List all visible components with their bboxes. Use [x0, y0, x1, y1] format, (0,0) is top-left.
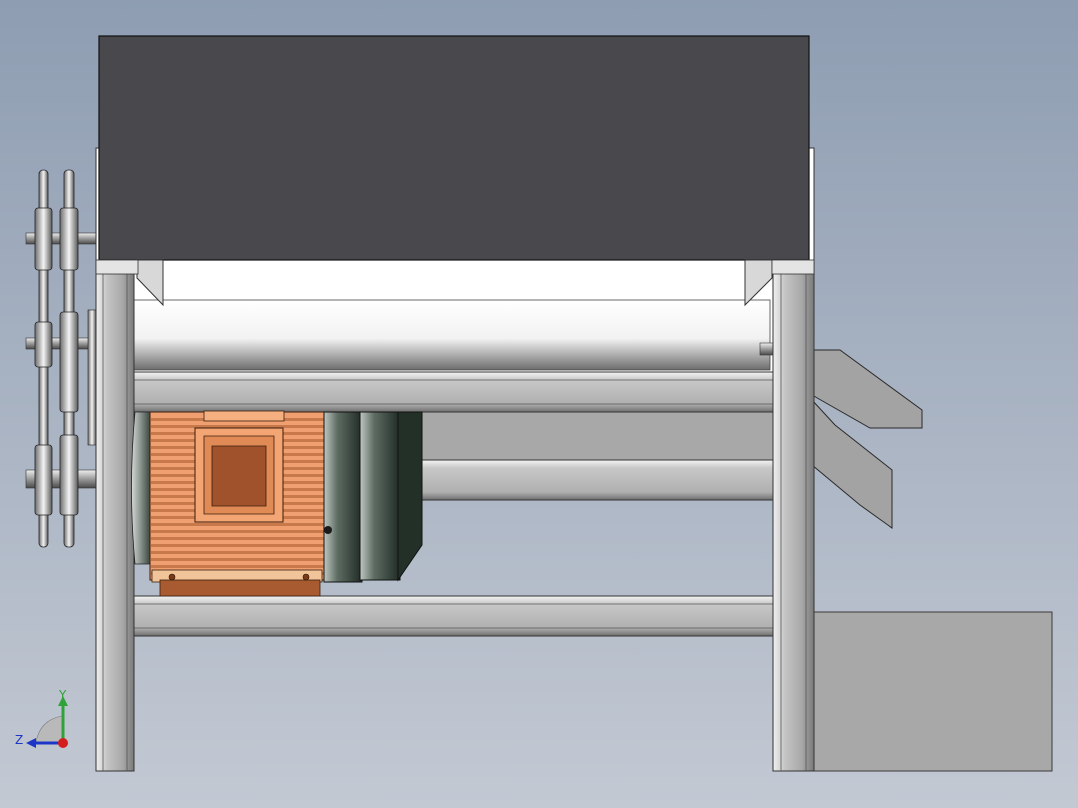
hopper	[98, 35, 810, 261]
motor-base	[159, 579, 321, 597]
motor-fin	[151, 523, 325, 526]
motor-fin	[151, 551, 325, 554]
pulley-hub	[59, 207, 79, 271]
main-roller	[129, 299, 771, 371]
motor-rear-cap	[131, 411, 153, 565]
motor-top-tab	[203, 410, 285, 422]
frame-beam-lower	[95, 595, 815, 637]
pulley-collar	[87, 309, 97, 446]
output-box	[811, 611, 1053, 772]
motor-screw	[324, 526, 332, 534]
frame-cap-left	[95, 259, 139, 275]
motor-fin	[151, 544, 325, 547]
motor-flange	[359, 411, 401, 581]
triad-x-axis	[58, 738, 68, 748]
pulley-hub	[34, 444, 53, 516]
motor-fin	[151, 565, 325, 568]
frame-post-left	[95, 271, 135, 772]
motor-fin	[151, 530, 325, 533]
pulley-hub	[59, 434, 79, 516]
pulley-hub	[34, 321, 53, 368]
frame-post-right	[772, 271, 815, 772]
frame-cap-right	[771, 259, 815, 275]
cad-viewport[interactable]: Y Z	[0, 0, 1078, 808]
frame-beam-middle	[399, 459, 776, 501]
triad-z-label: Z	[15, 733, 23, 747]
terminal-box-face	[211, 445, 267, 507]
pulley-hub	[59, 311, 79, 413]
motor	[131, 410, 423, 597]
motor-fin	[151, 537, 325, 540]
pulley-hub	[34, 207, 53, 271]
frame-beam-upper	[95, 371, 815, 413]
triad-y-label: Y	[58, 688, 67, 702]
motor-bolt	[168, 573, 176, 581]
motor-fin	[151, 558, 325, 561]
cad-drawing[interactable]: Y Z	[0, 0, 1078, 808]
motor-end-shield	[323, 411, 363, 583]
motor-bolt	[302, 573, 310, 581]
